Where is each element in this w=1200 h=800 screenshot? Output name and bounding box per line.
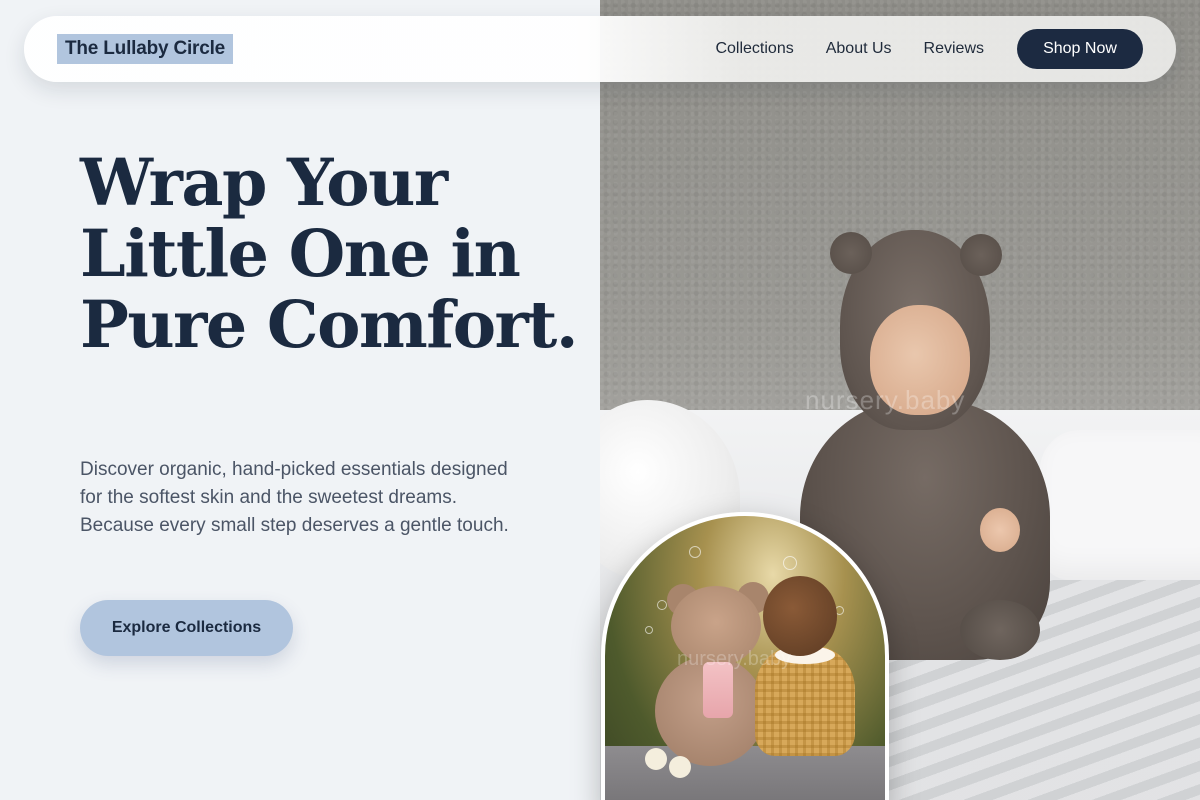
pillow — [1040, 430, 1200, 580]
bear-ear-left — [830, 232, 872, 274]
nav-link-about-us[interactable]: About Us — [826, 40, 892, 58]
bubble — [657, 600, 667, 610]
explore-collections-button[interactable]: Explore Collections — [80, 600, 293, 656]
baby-foot-right — [960, 600, 1040, 660]
flower — [645, 748, 667, 770]
nav-link-collections[interactable]: Collections — [715, 40, 793, 58]
inset-watermark: nursery.baby — [677, 648, 792, 670]
hero-subtext: Discover organic, hand-picked essentials… — [80, 459, 509, 536]
baby-hand — [980, 508, 1020, 552]
bubble — [645, 626, 653, 634]
inset-arch-photo: nursery.baby — [601, 512, 889, 800]
flower — [669, 756, 691, 778]
child-head — [763, 576, 837, 656]
bear-ear-right — [960, 234, 1002, 276]
bubble — [783, 556, 797, 570]
bubble — [689, 546, 701, 558]
nav-link-reviews[interactable]: Reviews — [924, 40, 984, 58]
photo-watermark: nursery.baby — [805, 385, 966, 415]
shop-now-button[interactable]: Shop Now — [1017, 29, 1143, 69]
top-nav: The Lullaby Circle Collections About Us … — [24, 16, 1176, 82]
nav-links: Collections About Us Reviews Shop Now — [715, 29, 1143, 69]
hero-headline: Wrap Your Little One in Pure Comfort. — [80, 145, 578, 363]
brand-logo[interactable]: The Lullaby Circle — [57, 34, 234, 64]
